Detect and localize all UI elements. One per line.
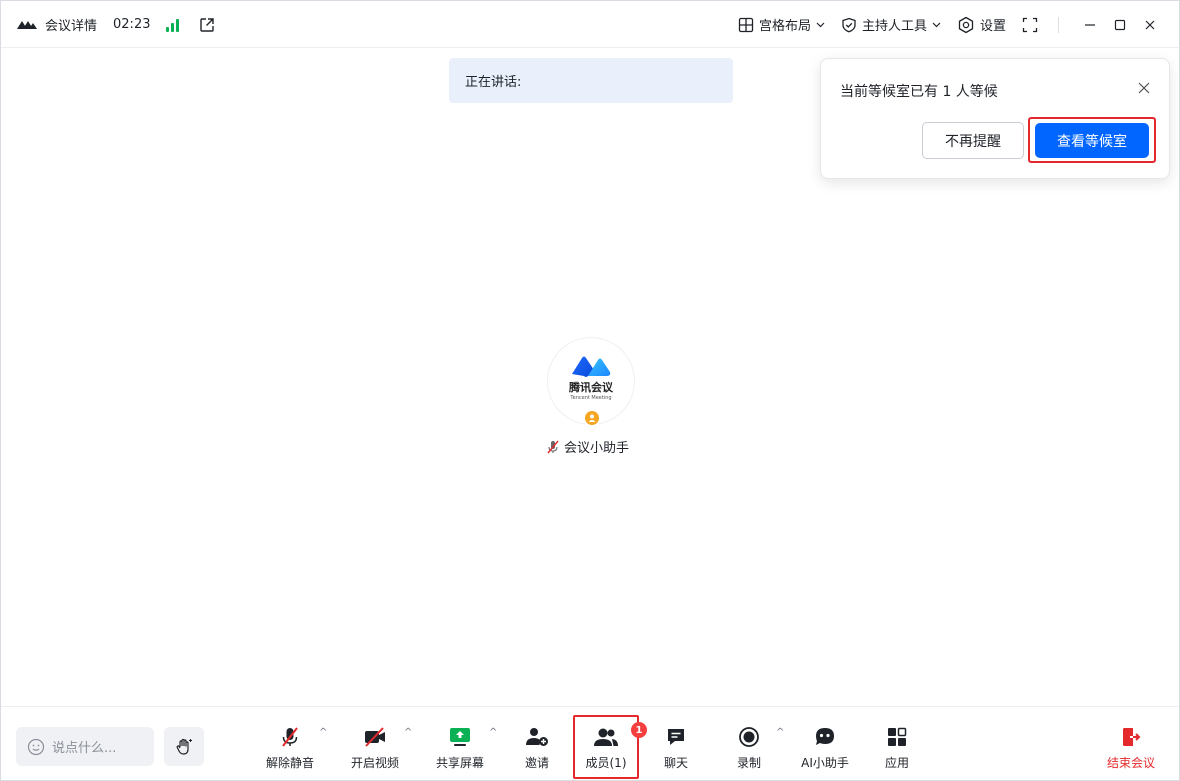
members-button[interactable]: 1 成员(1)	[571, 721, 647, 773]
minimize-icon	[1085, 23, 1095, 26]
ai-assistant-label: AI小助手	[801, 756, 849, 770]
members-label: 成员(1)	[585, 756, 627, 770]
bottom-toolbar: 说点什么... 解除静音 ^ 开启视频 ^ 共享屏幕 ^ 邀请 1 成员(1) …	[1, 706, 1179, 781]
fullscreen-button[interactable]	[1022, 17, 1038, 33]
highlight-box: 查看等候室	[1028, 117, 1156, 163]
avatar: 腾讯会议 Tencent Meeting	[547, 337, 635, 427]
tencent-meeting-logo-icon	[17, 20, 37, 29]
close-window-button[interactable]	[1137, 12, 1163, 38]
close-icon[interactable]	[1137, 81, 1151, 95]
meeting-details-link[interactable]: 会议详情	[45, 15, 97, 34]
end-meeting-button[interactable]: 结束会议	[1096, 721, 1166, 773]
host-tools-label: 主持人工具	[861, 19, 927, 34]
dismiss-reminder-button[interactable]: 不再提醒	[922, 122, 1024, 159]
quick-chat-input[interactable]: 说点什么...	[16, 727, 154, 766]
chat-placeholder: 说点什么...	[52, 741, 117, 756]
raise-hand-icon	[176, 738, 192, 755]
share-screen-label: 共享屏幕	[435, 756, 484, 770]
meeting-timer: 02:23	[113, 17, 151, 32]
title-bar-divider	[1058, 16, 1059, 33]
video-options-caret[interactable]: ^	[404, 727, 412, 738]
title-bar-right: 宫格布局 主持人工具 设置	[722, 1, 1163, 48]
apps-button[interactable]: 应用	[862, 721, 932, 773]
start-video-label: 开启视频	[350, 756, 399, 770]
meeting-window: 会议详情 02:23 宫格布局 主持人工具 设置 正在讲话: 当前等候室已有 1…	[0, 0, 1180, 781]
record-button[interactable]: 录制	[714, 721, 784, 773]
avatar-brand-cn: 腾讯会议	[569, 381, 613, 394]
title-bar: 会议详情 02:23 宫格布局 主持人工具 设置	[1, 1, 1179, 48]
host-tools-menu-button[interactable]: 主持人工具	[841, 15, 941, 34]
host-badge-icon	[583, 409, 601, 427]
share-screen-icon	[450, 728, 470, 746]
avatar-brand-en: Tencent Meeting	[570, 395, 612, 401]
mic-off-icon	[547, 440, 559, 453]
speaking-label: 正在讲话:	[465, 75, 522, 90]
members-icon	[594, 728, 618, 746]
title-bar-left: 会议详情 02:23	[17, 1, 215, 48]
apps-icon	[888, 727, 907, 746]
record-icon	[739, 727, 759, 747]
minimize-button[interactable]	[1077, 12, 1103, 38]
mic-off-icon	[282, 727, 298, 747]
fullscreen-icon	[1022, 17, 1038, 32]
audio-options-caret[interactable]: ^	[319, 727, 327, 738]
start-video-button[interactable]: 开启视频	[340, 721, 410, 773]
waiting-room-message: 当前等候室已有 1 人等候	[840, 84, 998, 100]
signal-strength-icon[interactable]	[166, 18, 180, 32]
settings-button[interactable]: 设置	[957, 15, 1006, 34]
ai-assistant-icon	[816, 728, 834, 745]
view-waiting-room-button[interactable]: 查看等候室	[1035, 123, 1149, 158]
grid-layout-icon	[738, 17, 754, 32]
share-screen-button[interactable]: 共享屏幕	[425, 721, 495, 773]
invite-button[interactable]: 邀请	[502, 721, 572, 773]
participant-name: 会议小助手	[564, 441, 630, 456]
settings-label: 设置	[979, 19, 1006, 34]
video-off-icon	[365, 727, 385, 747]
ai-assistant-button[interactable]: AI小助手	[790, 721, 860, 773]
tencent-meeting-logo-icon	[572, 356, 611, 377]
end-meeting-label: 结束会议	[1106, 756, 1155, 770]
participant-tile[interactable]: 腾讯会议 Tencent Meeting	[547, 337, 635, 427]
share-options-caret[interactable]: ^	[489, 727, 497, 738]
invite-label: 邀请	[524, 756, 549, 770]
unmute-button[interactable]: 解除静音	[255, 721, 325, 773]
maximize-icon	[1114, 19, 1126, 30]
gear-icon	[958, 16, 974, 33]
emoji-icon[interactable]	[27, 738, 45, 756]
chat-icon	[668, 729, 684, 745]
chevron-down-icon	[816, 22, 825, 27]
shield-check-icon	[842, 17, 856, 32]
raise-hand-button[interactable]	[164, 727, 204, 766]
chevron-down-icon	[932, 22, 941, 27]
apps-label: 应用	[884, 756, 909, 770]
exit-icon	[1123, 728, 1141, 746]
record-options-caret[interactable]: ^	[776, 727, 784, 738]
chat-label: 聊天	[663, 756, 688, 770]
speaking-indicator: 正在讲话:	[449, 58, 733, 103]
record-label: 录制	[736, 756, 761, 770]
add-user-icon	[526, 728, 548, 746]
maximize-button[interactable]	[1107, 12, 1133, 38]
waiting-room-notification: 当前等候室已有 1 人等候 不再提醒 查看等候室	[820, 58, 1170, 179]
unmute-label: 解除静音	[265, 756, 314, 770]
participant-name-row: 会议小助手	[546, 437, 629, 456]
layout-label: 宫格布局	[758, 19, 811, 34]
chat-button[interactable]: 聊天	[641, 721, 711, 773]
close-icon	[1145, 20, 1155, 29]
layout-menu-button[interactable]: 宫格布局	[738, 15, 825, 34]
share-link-icon[interactable]	[199, 17, 215, 33]
